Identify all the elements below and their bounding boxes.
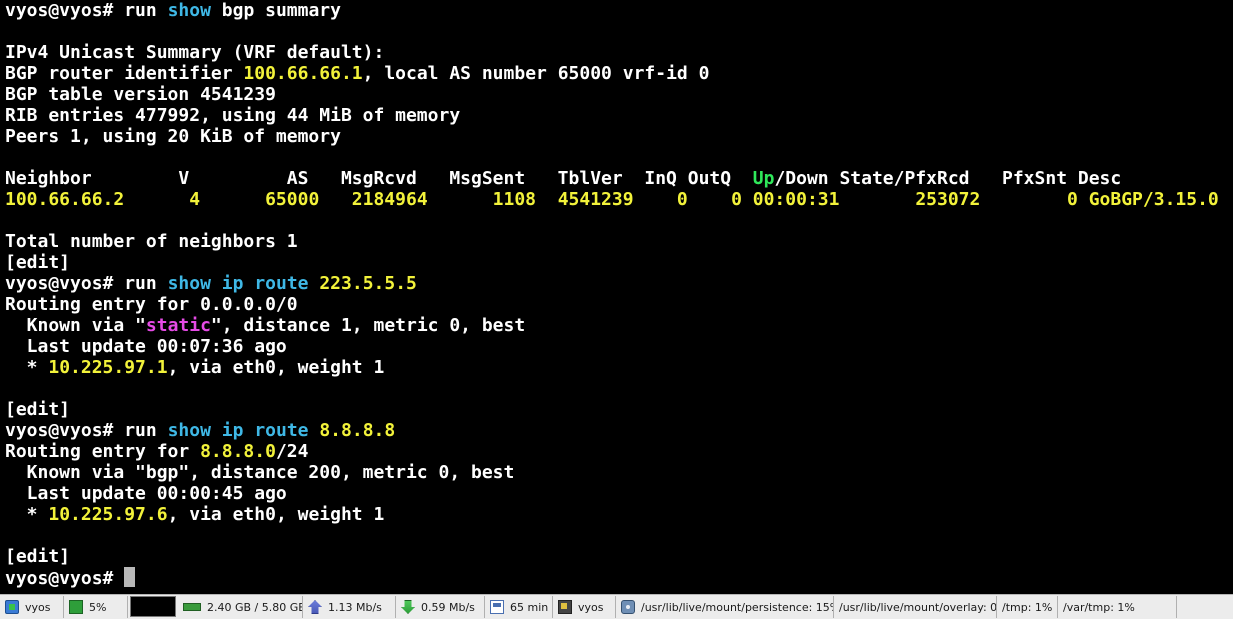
nexthop-post: , via eth0, weight 1	[167, 504, 385, 525]
nexthop-star: *	[5, 357, 49, 378]
cmd-ip: ip	[221, 420, 244, 441]
routing-entry-line: Routing entry for 8.8.8.0/24	[5, 441, 308, 462]
header-columns: Neighbor V AS MsgRcvd MsgSent TblVer InQ…	[5, 168, 753, 189]
edit-marker: [edit]	[5, 399, 71, 420]
command-line-bgp-summary: vyos@vyos# run show bgp summary	[5, 0, 341, 21]
download-label: 0.59 Mb/s	[421, 600, 475, 614]
cmd-ip: ip	[221, 273, 244, 294]
status-disk-overlay[interactable]: /usr/lib/live/mount/overlay: 0%	[834, 596, 997, 618]
command-line-route-1: vyos@vyos# run show ip route 223.5.5.5	[5, 273, 417, 294]
status-user[interactable]: vyos	[553, 596, 616, 618]
router-id-label: BGP router identifier	[5, 63, 244, 84]
rib-entries-line: RIB entries 477992, using 44 MiB of memo…	[5, 105, 461, 126]
cmd-show: show	[167, 0, 211, 21]
known-via-protocol: static	[145, 315, 211, 336]
host-label: vyos	[25, 600, 51, 614]
nexthop-post: , via eth0, weight 1	[167, 357, 385, 378]
prompt: vyos@vyos#	[5, 568, 125, 589]
routing-entry-prefix: 8.8.8.0	[200, 441, 276, 462]
neighbor-ip: 100.66.66.2	[5, 189, 125, 210]
status-download[interactable]: 0.59 Mb/s	[396, 596, 485, 618]
upload-label: 1.13 Mb/s	[328, 600, 382, 614]
neighbor-stats: 4 65000 2184964 1108 4541239 0 0 00:00:3…	[124, 189, 1219, 210]
routing-entry-label: Routing entry for	[5, 294, 201, 315]
status-disk-tmp[interactable]: /tmp: 1%	[997, 596, 1058, 618]
uptime-icon	[490, 600, 504, 614]
status-cpu[interactable]: 5%	[64, 596, 128, 618]
nexthop-ip: 10.225.97.1	[48, 357, 168, 378]
prompt: vyos@vyos#	[5, 273, 125, 294]
status-disk-var-tmp[interactable]: /var/tmp: 1%	[1058, 596, 1177, 618]
nexthop-line: * 10.225.97.6, via eth0, weight 1	[5, 504, 385, 525]
cmd-show: show	[167, 420, 211, 441]
disk-tmp-label: /tmp: 1%	[1002, 600, 1053, 614]
edit-marker: [edit]	[5, 546, 71, 567]
terminal-output[interactable]: vyos@vyos# run show bgp summary IPv4 Uni…	[0, 0, 1233, 594]
header-columns-rest: /Down State/PfxRcd PfxSnt Desc	[774, 168, 1122, 189]
prompt: vyos@vyos#	[5, 420, 125, 441]
prompt: vyos@vyos#	[5, 0, 125, 21]
status-memory[interactable]: 2.40 GB / 5.80 GB	[178, 596, 303, 618]
user-label: vyos	[578, 600, 604, 614]
cmd-route: route	[254, 420, 309, 441]
host-icon	[5, 600, 19, 614]
disk-overlay-label: /usr/lib/live/mount/overlay: 0%	[839, 600, 997, 614]
table-version-line: BGP table version 4541239	[5, 84, 276, 105]
route-target: 223.5.5.5	[319, 273, 417, 294]
known-via-post: ", distance 1, metric 0, best	[210, 315, 526, 336]
peers-line: Peers 1, using 20 KiB of memory	[5, 126, 341, 147]
neighbor-row: 100.66.66.2 4 65000 2184964 1108 4541239…	[5, 189, 1219, 210]
header-up: Up	[752, 168, 775, 189]
cpu-label: 5%	[89, 600, 107, 614]
cpu-icon	[69, 600, 83, 614]
status-uptime[interactable]: 65 min	[485, 596, 553, 618]
edit-marker: [edit]	[5, 252, 71, 273]
status-host[interactable]: vyos	[0, 596, 64, 618]
disk-persistence-label: /usr/lib/live/mount/persistence: 15%	[641, 600, 834, 614]
routing-entry-line: Routing entry for 0.0.0.0/0	[5, 294, 298, 315]
cmd-run: run	[124, 0, 157, 21]
ipv4-summary-heading: IPv4 Unicast Summary (VRF default):	[5, 42, 385, 63]
route-target: 8.8.8.8	[319, 420, 396, 441]
download-arrow-icon	[401, 600, 415, 614]
neighbor-table-header: Neighbor V AS MsgRcvd MsgSent TblVer InQ…	[5, 168, 1121, 189]
status-disk-persistence[interactable]: /usr/lib/live/mount/persistence: 15%	[616, 596, 834, 618]
nexthop-star: *	[5, 504, 49, 525]
total-neighbors-line: Total number of neighbors 1	[5, 231, 298, 252]
disk-icon	[621, 600, 635, 614]
last-update-line: Last update 00:00:45 ago	[5, 483, 287, 504]
known-via-pre: Known via "	[5, 315, 146, 336]
cmd-route: route	[254, 273, 309, 294]
router-id-rest: , local AS number 65000 vrf-id 0	[362, 63, 710, 84]
routing-entry-length: /24	[275, 441, 309, 462]
user-icon	[558, 600, 572, 614]
router-id-value: 100.66.66.1	[243, 63, 363, 84]
cpu-graph	[130, 596, 176, 617]
status-upload[interactable]: 1.13 Mb/s	[303, 596, 396, 618]
nexthop-ip: 10.225.97.6	[48, 504, 168, 525]
nexthop-line: * 10.225.97.1, via eth0, weight 1	[5, 357, 385, 378]
text-cursor	[124, 567, 136, 587]
uptime-label: 65 min	[510, 600, 549, 614]
upload-arrow-icon	[308, 600, 322, 614]
known-via-line: Known via "bgp", distance 200, metric 0,…	[5, 462, 515, 483]
routing-entry-label: Routing entry for	[5, 441, 201, 462]
cmd-show: show	[167, 273, 211, 294]
cmd-args: bgp summary	[210, 0, 341, 21]
routing-entry-prefix: 0.0.0.0/0	[200, 294, 298, 315]
memory-icon	[183, 603, 201, 611]
memory-label: 2.40 GB / 5.80 GB	[207, 600, 303, 614]
router-identifier-line: BGP router identifier 100.66.66.1, local…	[5, 63, 709, 84]
cmd-run: run	[124, 273, 157, 294]
active-prompt-line[interactable]: vyos@vyos#	[5, 567, 136, 589]
command-line-route-2: vyos@vyos# run show ip route 8.8.8.8	[5, 420, 395, 441]
last-update-line: Last update 00:07:36 ago	[5, 336, 287, 357]
status-bar: vyos 5% 2.40 GB / 5.80 GB 1.13 Mb/s 0.59…	[0, 594, 1233, 619]
disk-var-tmp-label: /var/tmp: 1%	[1063, 600, 1135, 614]
cmd-run: run	[124, 420, 157, 441]
known-via-line: Known via "static", distance 1, metric 0…	[5, 315, 526, 336]
